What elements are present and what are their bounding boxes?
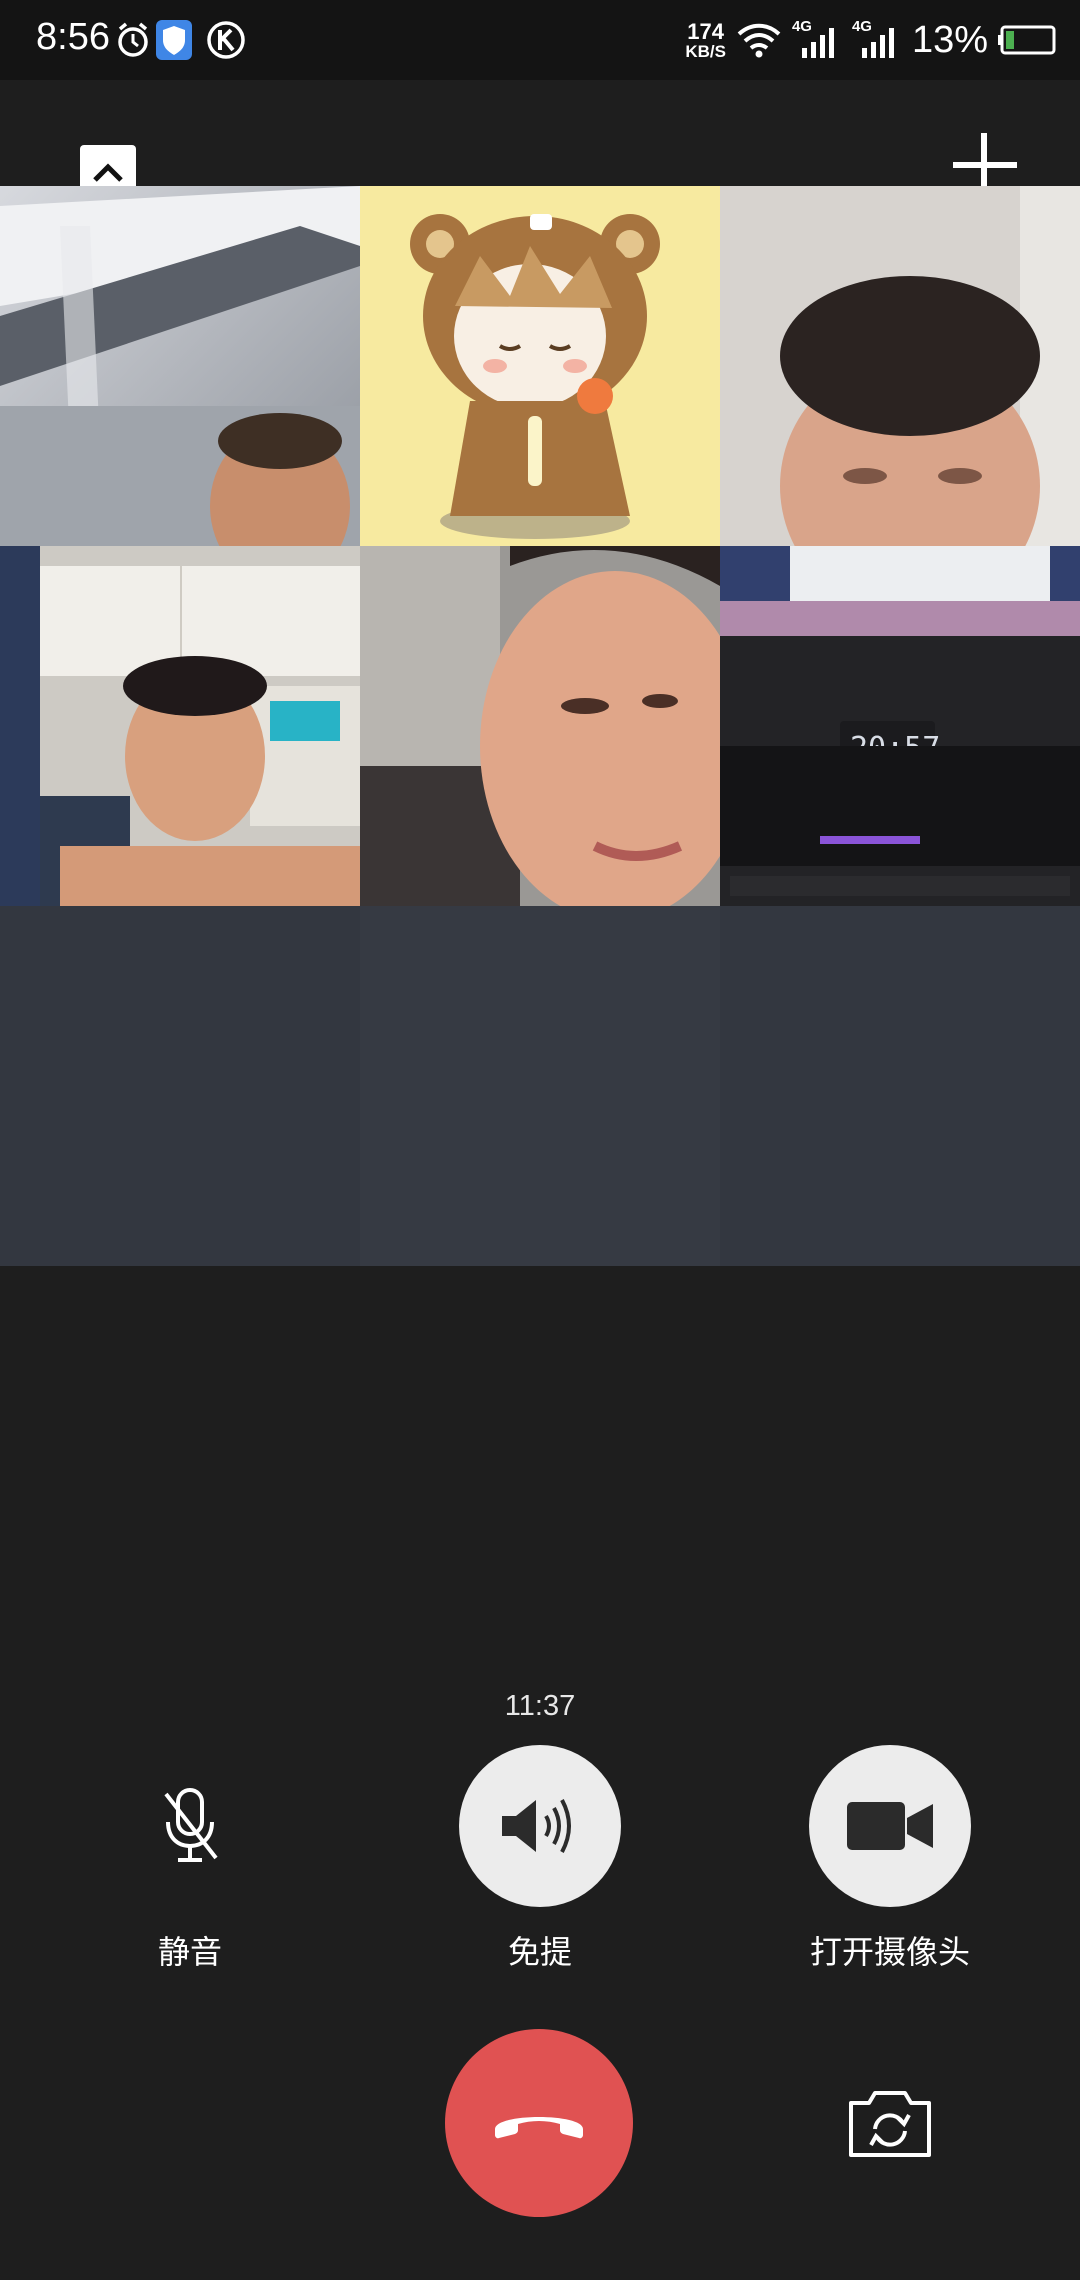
video-camera-icon [847, 1802, 933, 1850]
participant-grid: 20:57 [0, 186, 1080, 1266]
participant-video-3[interactable] [720, 186, 1080, 546]
participant-video-5[interactable] [360, 546, 720, 906]
participant-video-6[interactable]: 20:57 [720, 546, 1080, 906]
mute-button[interactable]: 静音 [60, 1745, 320, 1973]
status-time: 8:56 [36, 16, 110, 58]
signal-icon: 4G [792, 18, 842, 60]
empty-slot [360, 906, 720, 1266]
empty-slot [720, 906, 1080, 1266]
k-app-icon [207, 21, 245, 59]
camera-label: 打开摄像头 [809, 1934, 970, 1970]
speaker-icon [502, 1799, 571, 1853]
chevron-up-icon [93, 163, 123, 182]
participant-avatar-bear[interactable] [360, 186, 720, 546]
wifi-icon [737, 23, 781, 58]
mute-label: 静音 [157, 1934, 222, 1970]
participant-video-4[interactable] [0, 546, 360, 906]
speaker-button[interactable]: 免提 [410, 1745, 670, 1973]
alarm-icon [118, 22, 148, 57]
status-right-cluster: 174 KB/S 4G 4G 13% [685, 16, 1056, 64]
call-timer: 11:37 [504, 1690, 576, 1722]
battery-icon [998, 25, 1056, 55]
status-bar: 8:56 174 KB/S 4G 4G 13% [0, 0, 1080, 80]
shield-icon [156, 20, 192, 60]
network-speed: 174 KB/S [685, 18, 726, 61]
hangup-icon [495, 2117, 583, 2139]
empty-slot [0, 906, 360, 1266]
hangup-button[interactable] [445, 2029, 633, 2217]
switch-camera-icon[interactable] [845, 2087, 935, 2159]
mic-off-icon [164, 1788, 218, 1862]
camera-toggle-button[interactable]: 打开摄像头 [760, 1745, 1020, 1973]
signal-icon: 4G [852, 18, 902, 60]
speaker-label: 免提 [507, 1934, 572, 1970]
participant-video-1[interactable] [0, 186, 360, 546]
battery-percent: 13% [911, 18, 988, 61]
